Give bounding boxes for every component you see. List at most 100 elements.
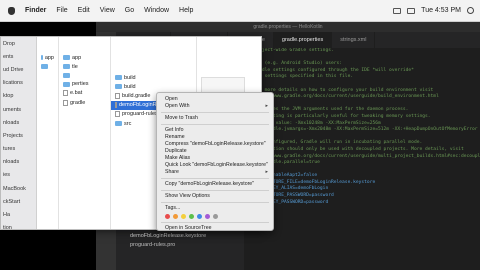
code-line: RELEASE_KEY_PASSWORD=password — [248, 199, 329, 205]
apple-icon[interactable] — [8, 6, 15, 15]
code-line: # org.gradle.jvmargs=-Xmx2048m -XX:MaxPe… — [248, 127, 480, 133]
finder-sidebar-item[interactable]: uments — [1, 103, 36, 116]
finder-item-label: build.gradle — [122, 92, 151, 99]
menubar-clock[interactable]: Tue 4:53 PM — [421, 7, 461, 14]
finder-sidebar-item[interactable]: ktop — [1, 90, 36, 103]
finder-item[interactable]: e.bat — [59, 89, 110, 98]
context-menu-item[interactable]: Show View Options — [157, 193, 273, 200]
explorer-file-keystore[interactable]: demoFbLoginRelease.keystore — [116, 232, 236, 241]
finder-sidebar-item[interactable]: Drop — [1, 37, 36, 50]
code-line: # Project-wide Gradle settings. — [248, 48, 334, 53]
tab-gradle-properties[interactable]: gradle.properties — [273, 32, 333, 48]
context-menu-item-label: Share — [165, 169, 179, 175]
finder-item[interactable]: app — [37, 53, 58, 62]
menu-help[interactable]: Help — [179, 7, 193, 14]
context-menu-item[interactable]: Make Alias — [157, 155, 273, 162]
folder-icon — [63, 64, 70, 70]
code-line: # IDE (e.g. Android Studio) users: — [248, 61, 343, 67]
context-menu-item-label: Move to Trash — [165, 115, 198, 121]
menu-file[interactable]: File — [56, 7, 67, 14]
menu-bar: Finder File Edit View Go Window Help Tue… — [0, 0, 480, 22]
context-menu-item[interactable]: Compress "demoFbLoginRelease.keystore" — [157, 141, 273, 148]
finder-item[interactable]: gradle — [59, 98, 110, 107]
finder-sidebar-item[interactable]: tures — [1, 143, 36, 156]
finder-sidebar-item[interactable]: ud Drive — [1, 63, 36, 76]
menu-separator — [161, 178, 269, 179]
finder-sidebar-item[interactable]: Ha — [1, 208, 36, 221]
tag-color-row — [157, 212, 273, 220]
finder-sidebar-item[interactable]: nloads — [1, 156, 36, 169]
finder-column-root: app — [37, 37, 59, 229]
context-menu-item[interactable]: Duplicate — [157, 148, 273, 155]
finder-sidebar-item[interactable]: MacBook — [1, 182, 36, 195]
context-menu-item[interactable]: Open — [157, 96, 273, 103]
finder-sidebar-item[interactable]: nloads — [1, 116, 36, 129]
context-menu: Open Open With ▸ Move to Trash Get Info Renam… — [156, 92, 274, 231]
tag-color-dot[interactable] — [213, 213, 218, 219]
finder-sidebar: Drop ents ud Drive lications ktop uments nload… — [1, 37, 37, 229]
folder-icon — [63, 72, 70, 78]
menu-separator — [161, 112, 269, 113]
code-line: RELEASE_STORE_PASSWORD=password — [248, 193, 334, 199]
spotlight-search-icon[interactable] — [467, 7, 474, 14]
finder-sidebar-item[interactable]: tion — [1, 222, 36, 229]
chevron-right-icon: ▸ — [265, 103, 268, 109]
tag-color-dot[interactable] — [197, 213, 202, 219]
finder-sidebar-item[interactable]: ents — [1, 50, 36, 63]
menu-finder[interactable]: Finder — [25, 7, 46, 14]
context-menu-item[interactable]: Get Info — [157, 127, 273, 134]
folder-icon — [41, 63, 48, 69]
context-menu-item[interactable]: Quick Look "demoFbLoginRelease.keystore" — [157, 162, 273, 169]
context-menu-item-label: Make Alias — [165, 155, 191, 161]
finder-item[interactable] — [37, 62, 58, 70]
finder-item-label: app — [44, 54, 54, 61]
context-menu-item[interactable]: Open in SourceTree — [157, 225, 273, 232]
context-menu-item[interactable]: Open With ▸ — [157, 103, 273, 110]
context-menu-item[interactable]: Move to Trash — [157, 115, 273, 122]
context-menu-item-label: Open With — [165, 103, 190, 109]
finder-sidebar-item[interactable]: ies — [1, 169, 36, 182]
tag-color-dot[interactable] — [165, 213, 170, 219]
menu-window[interactable]: Window — [144, 7, 169, 14]
tag-color-dot[interactable] — [205, 213, 210, 219]
context-menu-item-label: Tags... — [165, 205, 181, 211]
editor-title: gradle.properties — HelloKotlin — [96, 22, 480, 32]
tab-strings-xml[interactable]: strings.xml — [332, 32, 376, 48]
context-menu-item-label: Show View Options — [165, 193, 210, 199]
tag-color-dot[interactable] — [173, 213, 178, 219]
menu-separator — [161, 124, 269, 125]
finder-column-project: app tle perties e.bat gradle — [59, 37, 111, 229]
file-icon — [63, 99, 68, 106]
code-line: # When configured, Gradle will run in in… — [248, 140, 423, 146]
file-icon — [115, 111, 120, 118]
finder-sidebar-item[interactable]: Projects — [1, 129, 36, 142]
menu-go[interactable]: Go — [125, 7, 134, 14]
folder-icon — [63, 55, 70, 61]
file-icon — [115, 92, 120, 99]
finder-item[interactable]: tle — [59, 62, 110, 71]
finder-item[interactable] — [59, 71, 110, 79]
code-line: # any settings specified in this file. — [248, 74, 354, 80]
explorer-file-proguard[interactable]: proguard-rules.pro — [116, 241, 236, 250]
context-menu-item[interactable]: Rename — [157, 134, 273, 141]
finder-item[interactable]: build — [111, 82, 196, 91]
tag-color-dot[interactable] — [181, 213, 186, 219]
folder-icon — [115, 84, 122, 90]
finder-item-label: build — [124, 83, 136, 90]
context-menu-item[interactable]: Tags... — [157, 205, 273, 212]
battery-icon[interactable] — [393, 7, 402, 14]
context-menu-item[interactable]: Copy "demoFbLoginRelease.keystore" — [157, 181, 273, 188]
tag-color-dot[interactable] — [189, 213, 194, 219]
finder-item[interactable]: build — [111, 73, 196, 82]
finder-sidebar-item[interactable]: lications — [1, 77, 36, 90]
code-area[interactable]: # Project-wide Gradle settings. # IDE (e… — [248, 48, 480, 270]
finder-item[interactable]: perties — [59, 80, 110, 89]
menu-view[interactable]: View — [100, 7, 115, 14]
wifi-icon[interactable] — [407, 7, 416, 14]
context-menu-item-label: Duplicate — [165, 148, 187, 154]
finder-sidebar-item[interactable]: ckStart — [1, 195, 36, 208]
finder-item[interactable]: app — [59, 53, 110, 62]
menu-edit[interactable]: Edit — [78, 7, 90, 14]
context-menu-item[interactable]: Share ▸ — [157, 169, 273, 176]
